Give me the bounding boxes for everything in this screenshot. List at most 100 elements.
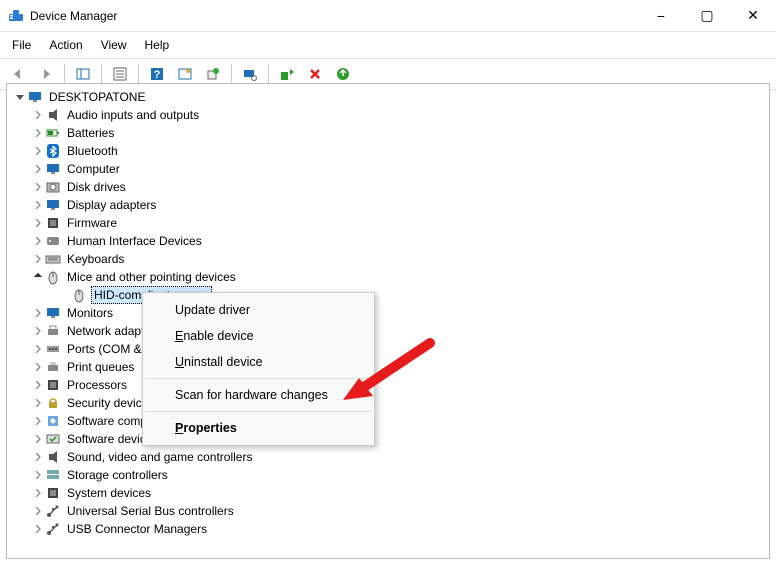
- category-row[interactable]: Print queues: [9, 358, 767, 376]
- usb-icon: [45, 503, 61, 519]
- category-label: Audio inputs and outputs: [65, 107, 201, 123]
- audio-icon: [45, 107, 61, 123]
- category-row[interactable]: Processors: [9, 376, 767, 394]
- category-row[interactable]: Software comp: [9, 412, 767, 430]
- category-label: Sound, video and game controllers: [65, 449, 254, 465]
- titlebar: Device Manager − ▢ ✕: [0, 0, 776, 32]
- category-row[interactable]: Display adapters: [9, 196, 767, 214]
- ctx-enable-device[interactable]: Enable device: [143, 323, 374, 349]
- ctx-uninstall-device[interactable]: Uninstall device: [143, 349, 374, 375]
- separator: [145, 378, 372, 379]
- category-row[interactable]: Network adapt: [9, 322, 767, 340]
- menu-view[interactable]: View: [93, 34, 135, 56]
- category-row[interactable]: Sound, video and game controllers: [9, 448, 767, 466]
- expander-icon[interactable]: [31, 126, 45, 140]
- category-label: Batteries: [65, 125, 116, 141]
- storage-icon: [45, 467, 61, 483]
- category-label: Universal Serial Bus controllers: [65, 503, 236, 519]
- audio-icon: [45, 449, 61, 465]
- device-row[interactable]: HID-compliant mouse: [9, 286, 767, 304]
- keyboard-icon: [45, 251, 61, 267]
- expander-icon[interactable]: [31, 342, 45, 356]
- expander-icon[interactable]: [31, 216, 45, 230]
- expander-icon[interactable]: [31, 396, 45, 410]
- ctx-scan-hardware[interactable]: Scan for hardware changes: [143, 382, 374, 408]
- minimize-button[interactable]: −: [638, 0, 684, 32]
- expander-icon[interactable]: [31, 252, 45, 266]
- svg-text:?: ?: [154, 69, 161, 81]
- category-row[interactable]: Firmware: [9, 214, 767, 232]
- expander-icon[interactable]: [31, 450, 45, 464]
- category-row[interactable]: Bluetooth: [9, 142, 767, 160]
- category-row[interactable]: Security device: [9, 394, 767, 412]
- category-row[interactable]: System devices: [9, 484, 767, 502]
- category-row[interactable]: Human Interface Devices: [9, 232, 767, 250]
- chip-icon: [45, 215, 61, 231]
- expander-icon[interactable]: [31, 108, 45, 122]
- separator: [64, 64, 65, 84]
- category-row[interactable]: Keyboards: [9, 250, 767, 268]
- expander-icon[interactable]: [31, 162, 45, 176]
- usb-icon: [45, 521, 61, 537]
- expander-icon[interactable]: [31, 522, 45, 536]
- disk-icon: [45, 179, 61, 195]
- tree-root[interactable]: DESKTOPATONE: [9, 88, 767, 106]
- expander-icon[interactable]: [31, 504, 45, 518]
- menu-action[interactable]: Action: [41, 34, 90, 56]
- expander-icon[interactable]: [31, 414, 45, 428]
- category-label: Monitors: [65, 305, 115, 321]
- ctx-update-driver[interactable]: Update driver: [143, 297, 374, 323]
- expander-icon[interactable]: [31, 432, 45, 446]
- category-label: Network adapt: [65, 323, 146, 339]
- category-row[interactable]: Software devices: [9, 430, 767, 448]
- menubar: File Action View Help: [0, 32, 776, 58]
- expander-icon[interactable]: [31, 360, 45, 374]
- root-label: DESKTOPATONE: [47, 89, 147, 105]
- category-row[interactable]: Ports (COM &: [9, 340, 767, 358]
- category-label: Print queues: [65, 359, 136, 375]
- category-row[interactable]: Batteries: [9, 124, 767, 142]
- separator: [268, 64, 269, 84]
- swdev-icon: [45, 431, 61, 447]
- category-row[interactable]: Computer: [9, 160, 767, 178]
- category-label: Firmware: [65, 215, 119, 231]
- device-tree[interactable]: DESKTOPATONE Audio inputs and outputs Batt…: [6, 83, 770, 559]
- expander-icon[interactable]: [31, 234, 45, 248]
- expander-icon[interactable]: [13, 90, 27, 104]
- separator: [145, 411, 372, 412]
- category-label: USB Connector Managers: [65, 521, 209, 537]
- category-row[interactable]: Disk drives: [9, 178, 767, 196]
- hid-icon: [45, 233, 61, 249]
- expander-icon[interactable]: [31, 180, 45, 194]
- monitor-icon: [45, 197, 61, 213]
- category-row[interactable]: Monitors: [9, 304, 767, 322]
- category-row[interactable]: Audio inputs and outputs: [9, 106, 767, 124]
- context-menu: Update driver Enable device Uninstall de…: [142, 292, 375, 446]
- expander-icon[interactable]: [31, 198, 45, 212]
- category-row[interactable]: Storage controllers: [9, 466, 767, 484]
- category-label: Mice and other pointing devices: [65, 269, 238, 285]
- close-button[interactable]: ✕: [730, 0, 776, 32]
- category-row[interactable]: USB Connector Managers: [9, 520, 767, 538]
- menu-file[interactable]: File: [4, 34, 39, 56]
- expander-icon[interactable]: [31, 270, 45, 284]
- category-label: Display adapters: [65, 197, 158, 213]
- printer-icon: [45, 359, 61, 375]
- monitor-icon: [45, 305, 61, 321]
- category-label: Security device: [65, 395, 150, 411]
- monitor-icon: [45, 161, 61, 177]
- ctx-properties[interactable]: Properties: [143, 415, 374, 441]
- category-row[interactable]: Mice and other pointing devices: [9, 268, 767, 286]
- category-row[interactable]: Universal Serial Bus controllers: [9, 502, 767, 520]
- category-label: Software comp: [65, 413, 149, 429]
- battery-icon: [45, 125, 61, 141]
- expander-icon[interactable]: [31, 486, 45, 500]
- expander-icon[interactable]: [31, 378, 45, 392]
- expander-icon[interactable]: [31, 324, 45, 338]
- menu-help[interactable]: Help: [137, 34, 178, 56]
- window-title: Device Manager: [30, 9, 638, 23]
- expander-icon[interactable]: [31, 468, 45, 482]
- expander-icon[interactable]: [31, 306, 45, 320]
- maximize-button[interactable]: ▢: [684, 0, 730, 32]
- expander-icon[interactable]: [31, 144, 45, 158]
